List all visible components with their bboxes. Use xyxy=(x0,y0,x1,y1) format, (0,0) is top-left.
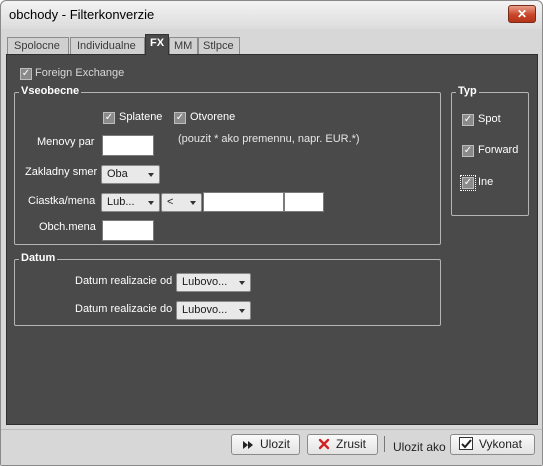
fast-forward-icon xyxy=(240,437,256,451)
save-as-link[interactable]: Ulozit ako xyxy=(393,440,446,454)
checkmark-icon xyxy=(459,437,473,450)
obch-mena-input[interactable] xyxy=(102,220,154,241)
cancel-button-label: Zrusit xyxy=(336,437,366,451)
ciastka-mena-value: Lub... xyxy=(107,196,135,208)
tab-mm[interactable]: MM xyxy=(169,37,198,55)
vseobecne-group: Vseobecne ✓ Splatene ✓ Otvorene Menovy p… xyxy=(14,85,441,245)
title-bar[interactable]: obchody - Filterkonverzie ✕ xyxy=(1,1,542,29)
separator xyxy=(384,436,385,452)
chevron-down-icon xyxy=(148,173,154,177)
close-button[interactable]: ✕ xyxy=(508,5,536,23)
datum-od-select[interactable]: Lubovo... xyxy=(176,273,251,292)
ciastka-mena-label: Ciastka/mena xyxy=(28,195,96,207)
chevron-down-icon xyxy=(239,309,245,313)
datum-do-select[interactable]: Lubovo... xyxy=(176,301,251,320)
fx-panel: ✓ Foreign Exchange Vseobecne ✓ Splatene … xyxy=(6,54,538,425)
amount-input[interactable] xyxy=(203,192,284,212)
foreign-exchange-label: Foreign Exchange xyxy=(35,67,125,79)
tab-fx[interactable]: FX xyxy=(145,34,169,55)
chevron-down-icon xyxy=(148,201,154,205)
typ-title: Typ xyxy=(456,85,479,97)
window-title: obchody - Filterkonverzie xyxy=(9,7,155,22)
typ-group: Typ ✓ Spot ✓ Forward ✓ Ine xyxy=(451,85,529,216)
datum-od-value: Lubovo... xyxy=(182,276,228,288)
chevron-down-icon xyxy=(239,281,245,285)
datum-do-label: Datum realizacie do xyxy=(75,303,173,315)
wildcard-hint: (pouzit * ako premennu, napr. EUR.*) xyxy=(178,133,360,145)
save-button-label: Ulozit xyxy=(260,437,291,451)
ine-checkbox[interactable]: ✓ xyxy=(460,175,476,191)
zakladny-smer-value: Oba xyxy=(107,168,128,180)
ciastka-mena-select[interactable]: Lub... xyxy=(101,193,160,212)
currency-input[interactable] xyxy=(284,192,324,212)
otvorene-checkbox[interactable]: ✓ xyxy=(174,112,186,124)
spot-checkbox[interactable]: ✓ xyxy=(462,114,474,126)
ine-label: Ine xyxy=(478,176,494,188)
tab-spolocne[interactable]: Spolocne xyxy=(7,37,69,55)
obch-mena-label: Obch.mena xyxy=(39,221,96,233)
operator-value: < xyxy=(167,196,174,208)
datum-group: Datum Datum realizacie od Lubovo... Datu… xyxy=(14,252,441,326)
spot-label: Spot xyxy=(478,113,501,125)
splatene-checkbox[interactable]: ✓ xyxy=(103,112,115,124)
filter-dialog: obchody - Filterkonverzie ✕ Spolocne Ind… xyxy=(0,0,543,466)
forward-checkbox[interactable]: ✓ xyxy=(462,145,474,157)
splatene-label: Splatene xyxy=(119,111,163,123)
tab-individualne[interactable]: Individualne xyxy=(70,37,145,55)
zakladny-smer-select[interactable]: Oba xyxy=(101,165,160,184)
datum-title: Datum xyxy=(19,252,58,264)
cross-icon xyxy=(316,437,332,451)
cancel-button[interactable]: Zrusit xyxy=(307,434,378,455)
datum-do-value: Lubovo... xyxy=(182,304,228,316)
tab-stlpce[interactable]: Stlpce xyxy=(198,37,240,55)
forward-label: Forward xyxy=(478,144,519,156)
foreign-exchange-checkbox[interactable]: ✓ xyxy=(20,68,32,80)
vseobecne-title: Vseobecne xyxy=(19,85,82,97)
datum-od-label: Datum realizacie od xyxy=(75,275,173,287)
zakladny-smer-label: Zakladny smer xyxy=(25,166,98,178)
execute-button[interactable]: Vykonat xyxy=(450,434,535,455)
menovy-par-label: Menovy par xyxy=(37,136,95,148)
otvorene-label: Otvorene xyxy=(190,111,236,123)
operator-select[interactable]: < xyxy=(161,193,202,212)
execute-button-label: Vykonat xyxy=(479,437,522,451)
chevron-down-icon xyxy=(190,201,196,205)
menovy-par-input[interactable] xyxy=(102,135,154,156)
save-button[interactable]: Ulozit xyxy=(231,434,300,455)
